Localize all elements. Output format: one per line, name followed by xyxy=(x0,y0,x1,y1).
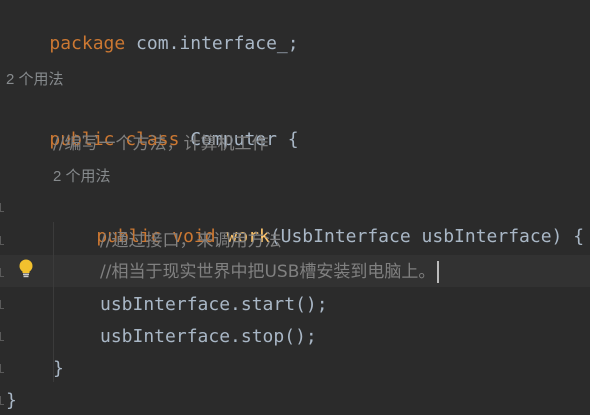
code-comment-usb[interactable]: //相当于现实世界中把USB槽安装到电脑上。 xyxy=(100,258,440,286)
fold-marker[interactable] xyxy=(0,332,4,341)
usage-hint-class[interactable]: 2 个用法 xyxy=(6,66,64,94)
method-params: (UsbInterface usbInterface) { xyxy=(269,226,585,247)
code-line-start[interactable]: usbInterface.start(); xyxy=(100,291,328,319)
code-line-method[interactable]: public void work(UsbInterface usbInterfa… xyxy=(53,195,584,247)
code-line-package[interactable]: package com.interface_; xyxy=(6,2,298,54)
text-caret xyxy=(437,261,440,283)
package-name: com.interface_; xyxy=(125,33,299,54)
code-comment-interface[interactable]: //通过接口，来调用方法 xyxy=(100,227,281,255)
brace: { xyxy=(276,129,299,150)
code-line-class[interactable]: public class Computer { xyxy=(6,98,298,150)
keyword: package xyxy=(49,33,126,54)
code-line-stop[interactable]: usbInterface.stop(); xyxy=(100,323,317,351)
fold-marker[interactable] xyxy=(0,236,4,245)
fold-marker[interactable] xyxy=(0,300,4,309)
fold-marker[interactable] xyxy=(0,396,4,405)
fold-marker[interactable] xyxy=(0,364,4,373)
code-comment-method[interactable]: //编写一个方法，计算机工作 xyxy=(53,130,268,158)
lightbulb-icon[interactable] xyxy=(18,259,34,279)
fold-marker[interactable] xyxy=(0,203,4,212)
usage-hint-method[interactable]: 2 个用法 xyxy=(53,163,111,191)
comment-text: //相当于现实世界中把USB槽安装到电脑上。 xyxy=(100,262,436,282)
code-editor[interactable]: package com.interface_; 2 个用法 public cla… xyxy=(0,0,590,412)
code-close-method[interactable]: } xyxy=(53,355,64,383)
code-close-class[interactable]: } xyxy=(6,387,17,415)
fold-marker[interactable] xyxy=(0,268,4,277)
